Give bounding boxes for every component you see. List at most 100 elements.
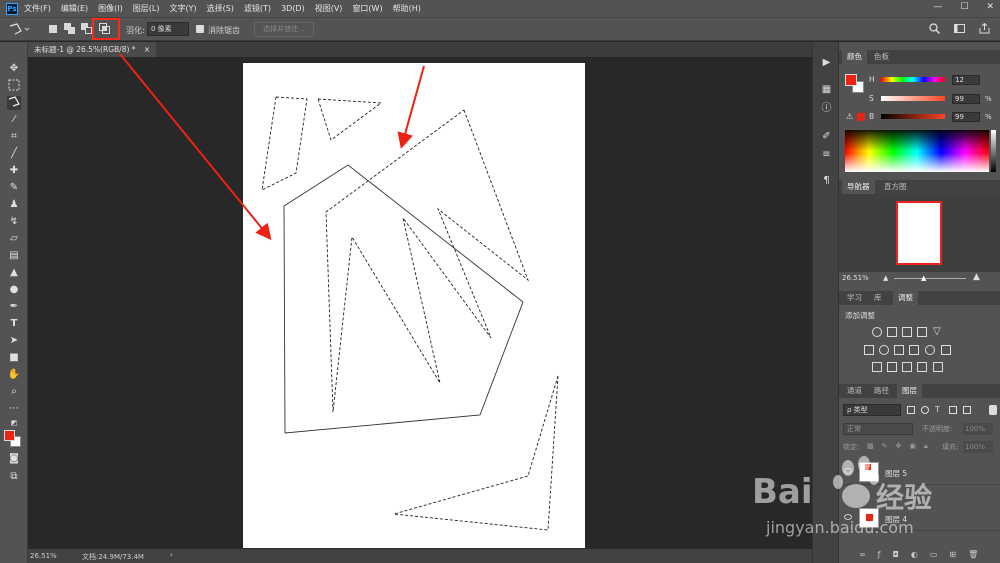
brush-settings-icon[interactable]: ✐ [820,130,833,143]
marquee-tool-icon[interactable] [7,79,21,93]
color-lookup-icon[interactable] [941,345,951,355]
selective-color-icon[interactable] [933,362,943,372]
color-balance-icon[interactable] [879,345,889,355]
info-icon[interactable]: ⓘ [820,102,833,115]
document-canvas[interactable] [243,63,585,548]
zoom-in-icon[interactable]: ▲ [973,272,980,282]
menu-filter[interactable]: 滤镜(T) [244,3,271,14]
feather-input[interactable]: 0 像素 [147,22,189,36]
canvas-workspace[interactable] [28,57,812,549]
levels-icon[interactable] [887,327,897,337]
brightness-slider[interactable] [881,114,945,119]
filter-toggle-icon[interactable] [989,405,997,415]
menu-image[interactable]: 图像(I) [98,3,123,14]
menu-window[interactable]: 窗口(W) [352,3,382,14]
brightness-value-input[interactable]: 99 [952,112,980,122]
saturation-value-input[interactable]: 99 [952,94,980,104]
posterize-icon[interactable] [887,362,897,372]
layer-filter-dropdown[interactable]: ρ 类型 [843,404,901,416]
document-tab-close-icon[interactable]: × [144,45,150,54]
menu-layer[interactable]: 图层(L) [133,3,160,14]
web-safe-swatch[interactable] [857,113,865,121]
navigator-zoom-value[interactable]: 26.51% [842,274,869,282]
screen-mode-icon[interactable]: ⧉ [7,470,21,484]
brightness-contrast-icon[interactable] [872,327,882,337]
brush-tool-icon[interactable]: ✎ [7,181,21,195]
lock-artboard-icon[interactable]: ▣ [909,442,916,451]
lock-all-icon[interactable]: 🔒︎ [924,442,928,451]
dodge-tool-icon[interactable]: ● [7,283,21,297]
hue-slider[interactable] [881,77,945,82]
lasso-tool-icon[interactable] [7,96,21,110]
quick-mask-icon[interactable]: ◙ [7,452,21,466]
filter-pixel-icon[interactable] [907,406,915,414]
exposure-icon[interactable] [917,327,927,337]
hand-tool-icon[interactable]: ✋ [7,368,21,382]
tab-channels[interactable]: 通道 [842,384,867,398]
gradient-map-icon[interactable] [917,362,927,372]
vibrance-icon[interactable]: ▽ [933,327,943,337]
tab-layers[interactable]: 图层 [897,384,922,398]
threshold-icon[interactable] [902,362,912,372]
share-icon[interactable] [979,23,990,34]
eyedropper-tool-icon[interactable]: ╱ [7,147,21,161]
menu-type[interactable]: 文字(Y) [169,3,196,14]
tab-paths[interactable]: 路径 [869,384,894,398]
more-tools-icon[interactable]: ⋯ [7,402,21,416]
select-and-mask-button[interactable]: 选择并遮住... [254,22,314,37]
filter-adjustment-icon[interactable] [921,406,929,414]
document-tab[interactable]: 未标题-1 @ 26.5%(RGB/8) * × [28,42,157,57]
menu-edit[interactable]: 编辑(E) [61,3,88,14]
navigator-thumbnail[interactable] [896,201,942,265]
polygonal-lasso-tool-preset-icon[interactable] [8,22,30,36]
zoom-out-icon[interactable]: ▲ [883,274,888,282]
minimize-button[interactable]: — [933,2,942,12]
crop-tool-icon[interactable]: ⌗ [7,130,21,144]
filter-type-icon[interactable]: T [935,406,943,414]
color-panel-foreground-swatch[interactable] [845,74,857,86]
opacity-input[interactable]: 100% [963,423,993,435]
type-tool-icon[interactable]: T [7,317,21,331]
status-zoom[interactable]: 26.51% [30,552,57,560]
menu-help[interactable]: 帮助(H) [393,3,421,14]
menu-view[interactable]: 视图(V) [315,3,343,14]
path-selection-tool-icon[interactable]: ➤ [7,334,21,348]
tab-color[interactable]: 颜色 [842,50,867,64]
curves-icon[interactable] [902,327,912,337]
color-spectrum-gray[interactable] [991,130,996,172]
clone-stamp-tool-icon[interactable]: ♟ [7,198,21,212]
tab-navigator[interactable]: 导航器 [842,180,875,194]
status-menu-arrow[interactable]: › [170,551,173,559]
move-tool-icon[interactable]: ✥ [7,62,21,76]
filter-smart-object-icon[interactable] [963,406,971,414]
blur-tool-icon[interactable]: ▲ [7,266,21,280]
menu-select[interactable]: 选择(S) [207,3,234,14]
menu-3d[interactable]: 3D(D) [281,4,305,13]
lock-pixels-icon[interactable]: ✎ [882,442,888,451]
filter-shape-icon[interactable] [949,406,957,414]
blend-mode-dropdown[interactable]: 正常 [843,423,913,435]
foreground-color-swatch[interactable] [4,430,15,441]
eraser-tool-icon[interactable]: ▱ [7,232,21,246]
tab-adjustments[interactable]: 调整 [893,291,918,305]
photo-filter-icon[interactable] [909,345,919,355]
history-brush-tool-icon[interactable]: ↯ [7,215,21,229]
lock-transparent-icon[interactable]: ▩ [867,442,874,451]
new-selection-icon[interactable] [47,23,59,35]
magic-wand-tool-icon[interactable]: ⁄ [7,113,21,127]
pen-tool-icon[interactable]: ✒ [7,300,21,314]
tab-histogram[interactable]: 直方图 [879,180,912,194]
maximize-button[interactable]: ☐ [960,2,968,12]
workspace-icon[interactable] [954,23,965,34]
gradient-tool-icon[interactable]: ▤ [7,249,21,263]
navigator-zoom-thumb[interactable]: ▲ [921,274,926,282]
hue-saturation-icon[interactable] [864,345,874,355]
play-icon[interactable]: ▶ [820,56,833,69]
rectangle-tool-icon[interactable]: ■ [7,351,21,365]
black-white-icon[interactable] [894,345,904,355]
zoom-tool-icon[interactable]: ⌕ [7,385,21,399]
channel-mixer-icon[interactable] [925,345,935,355]
healing-brush-tool-icon[interactable]: ✚ [7,164,21,178]
tab-learn[interactable]: 学习 [842,291,867,305]
saturation-slider[interactable] [881,96,945,101]
